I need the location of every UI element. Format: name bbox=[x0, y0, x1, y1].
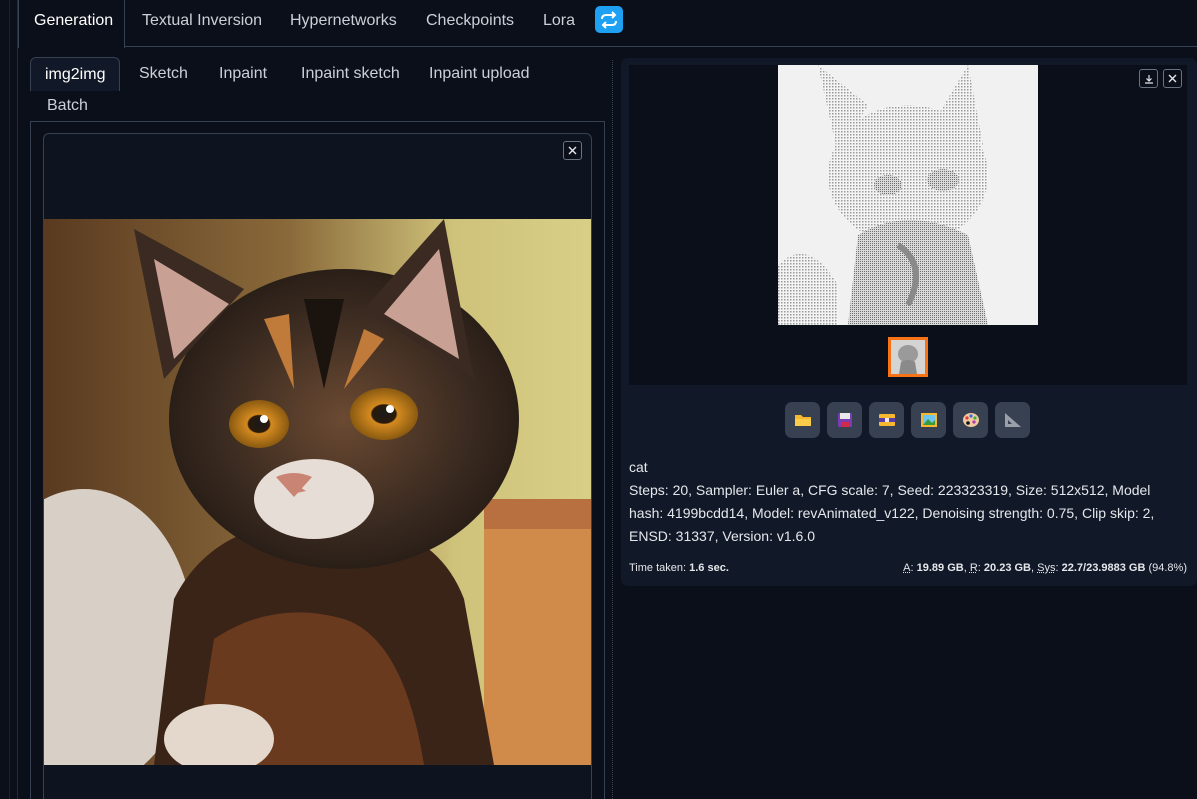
time-label: Time taken: bbox=[629, 562, 687, 574]
time-value: 1.6 sec. bbox=[689, 562, 729, 574]
output-image[interactable] bbox=[778, 65, 1038, 325]
refresh-icon bbox=[601, 10, 617, 29]
tab-generation[interactable]: Generation bbox=[18, 0, 125, 48]
folder-icon bbox=[794, 415, 811, 426]
close-icon bbox=[568, 146, 577, 155]
panel-divider bbox=[612, 60, 613, 799]
mem-r-value: 20.23 GB bbox=[983, 562, 1032, 574]
mem-sys-label: Sys bbox=[1037, 562, 1056, 574]
left-rail-line bbox=[9, 0, 10, 799]
image-icon bbox=[920, 413, 937, 427]
send-to-extras-button[interactable] bbox=[995, 402, 1030, 438]
time-taken: Time taken: 1.6 sec. bbox=[629, 562, 729, 574]
gallery-thumbnail[interactable] bbox=[888, 337, 928, 377]
subtab-batch[interactable]: Batch bbox=[47, 89, 88, 123]
palette-icon bbox=[962, 413, 979, 427]
refresh-button[interactable] bbox=[595, 6, 623, 33]
clear-image-button[interactable] bbox=[563, 141, 582, 160]
open-folder-button[interactable] bbox=[785, 402, 820, 438]
tab-checkpoints[interactable]: Checkpoints bbox=[426, 0, 514, 47]
save-icon bbox=[837, 413, 852, 427]
tab-hypernetworks[interactable]: Hypernetworks bbox=[290, 0, 397, 47]
ruler-icon bbox=[1004, 413, 1021, 427]
generation-params: Steps: 20, Sampler: Euler a, CFG scale: … bbox=[629, 482, 1155, 544]
subtab-inpaint-sketch[interactable]: Inpaint sketch bbox=[301, 57, 400, 91]
memory-stats: A: 19.89 GB, R: 20.23 GB, Sys: 22.7/23.9… bbox=[903, 562, 1187, 574]
mem-sys-value: 22.7/23.9883 GB bbox=[1061, 562, 1146, 574]
subtab-img2img[interactable]: img2img bbox=[30, 57, 121, 91]
download-button[interactable] bbox=[1139, 69, 1158, 88]
close-output-button[interactable] bbox=[1163, 69, 1182, 88]
send-to-inpaint-button[interactable] bbox=[953, 402, 988, 438]
tab-lora[interactable]: Lora bbox=[543, 0, 575, 47]
subtab-inpaint-upload[interactable]: Inpaint upload bbox=[429, 57, 530, 91]
zip-icon bbox=[878, 414, 895, 426]
mem-r-label: R bbox=[969, 562, 978, 574]
output-prompt: cat bbox=[629, 459, 648, 475]
send-to-img2img-button[interactable] bbox=[911, 402, 946, 438]
download-icon bbox=[1144, 74, 1153, 84]
tab-textual-inversion[interactable]: Textual Inversion bbox=[142, 0, 262, 47]
mem-pct: (94.8%) bbox=[1148, 562, 1187, 574]
zip-button[interactable] bbox=[869, 402, 904, 438]
mem-a-value: 19.89 GB bbox=[916, 562, 964, 574]
save-button[interactable] bbox=[827, 402, 862, 438]
input-cat-image bbox=[44, 219, 591, 765]
mem-a-label: A bbox=[903, 562, 911, 574]
subtab-sketch[interactable]: Sketch bbox=[139, 57, 188, 91]
close-icon bbox=[1168, 74, 1177, 83]
subtab-inpaint[interactable]: Inpaint bbox=[219, 57, 267, 91]
